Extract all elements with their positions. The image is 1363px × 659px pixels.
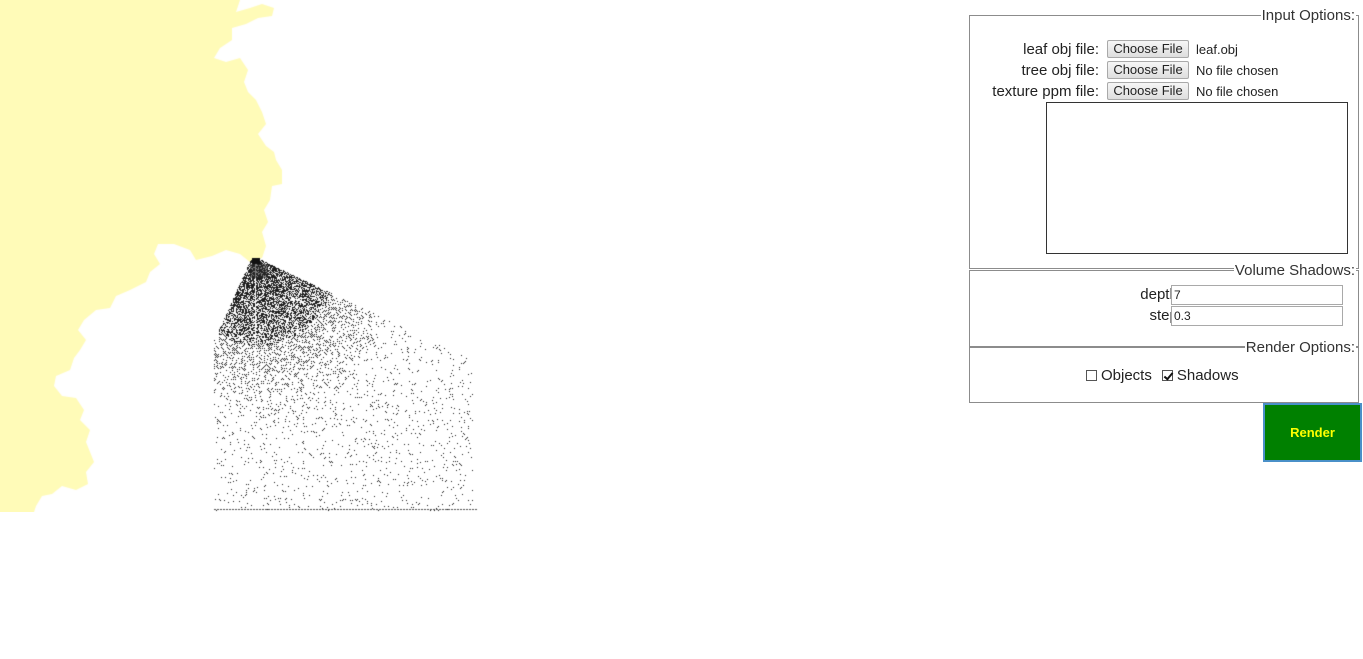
tree-obj-filename: No file chosen — [1196, 62, 1279, 78]
texture-ppm-row: texture ppm file: Choose File No file ch… — [970, 81, 1360, 101]
volume-shadows-fieldset: Volume Shadows: depth: step: — [969, 262, 1360, 347]
objects-checkbox[interactable] — [1086, 370, 1097, 381]
texture-ppm-choose-button[interactable]: Choose File — [1107, 82, 1189, 100]
objects-label: Objects — [1101, 367, 1152, 384]
texture-preview-box — [1046, 102, 1348, 254]
render-options-legend: Render Options: — [1244, 339, 1356, 357]
leaf-obj-choose-button[interactable]: Choose File — [1107, 40, 1189, 58]
tree-obj-row: tree obj file: Choose File No file chose… — [970, 60, 1360, 80]
render-canvas — [0, 0, 512, 512]
input-options-legend: Input Options: — [1260, 7, 1356, 25]
tree-obj-choose-button[interactable]: Choose File — [1107, 61, 1189, 79]
shadows-checkbox[interactable] — [1161, 370, 1173, 381]
depth-row: depth: — [970, 285, 1360, 305]
depth-input[interactable] — [1171, 285, 1343, 305]
step-row: step: — [970, 306, 1360, 326]
input-options-fieldset: Input Options: leaf obj file: Choose Fil… — [969, 7, 1360, 269]
texture-ppm-filename: No file chosen — [1196, 83, 1279, 99]
tree-obj-label: tree obj file: — [1021, 61, 1099, 79]
volume-shadows-legend: Volume Shadows: — [1233, 262, 1356, 280]
shadows-label: Shadows — [1176, 367, 1239, 384]
texture-ppm-label: texture ppm file: — [992, 82, 1099, 100]
step-input[interactable] — [1171, 306, 1343, 326]
leaf-obj-row: leaf obj file: Choose File leaf.obj — [970, 39, 1360, 59]
leaf-obj-label: leaf obj file: — [1023, 40, 1099, 58]
render-options-checks: Objects Shadows — [1086, 367, 1249, 384]
leaf-obj-filename: leaf.obj — [1196, 41, 1238, 57]
render-options-fieldset: Render Options: Objects Shadows — [969, 339, 1359, 403]
render-button[interactable]: Render — [1263, 403, 1362, 462]
